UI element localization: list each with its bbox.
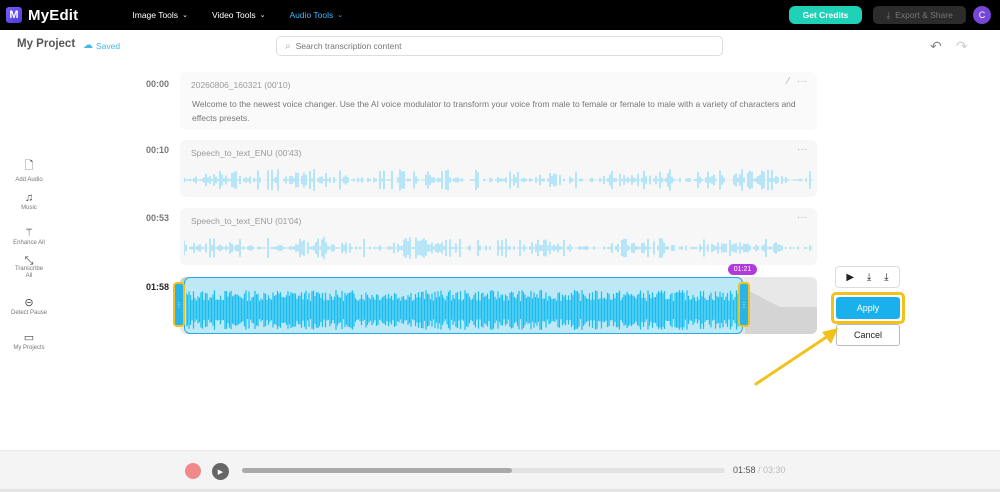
nav-image-tools[interactable]: Image Tools ⌄ [132,10,188,20]
play-icon[interactable]: ▶ [846,272,854,283]
download-icon: ⤓ [886,9,891,20]
logo-icon: M [6,7,22,23]
track-audio[interactable]: Speech_to_text_ENU (00'43) ··· [180,140,817,197]
wand-icon: ⚚ [24,227,34,239]
selection-time-badge: 01:21 [728,264,757,275]
chevron-down-icon: ⌄ [259,12,266,19]
app-logo[interactable]: M MyEdit [6,7,78,24]
redo-icon[interactable]: ↷ [956,38,968,55]
top-nav-bar: M MyEdit Image Tools ⌄ Video Tools ⌄ Audio… [0,0,1000,30]
nav-audio-tools[interactable]: Audio Tools ⌄ [289,10,343,20]
avatar[interactable]: C [973,6,991,24]
annotation-arrow [754,328,838,386]
undo-icon[interactable]: ↶ [930,38,942,55]
playback-time: 01:58 / 03:30 [733,465,786,475]
add-audio-icon: 🗋 [24,160,34,172]
more-icon[interactable]: ··· [797,144,807,155]
track-title: Speech_to_text_ENU (01'04) [191,216,302,226]
track-audio[interactable]: Speech_to_text_ENU (01'04) ··· [180,208,817,265]
track-title: Speech_to_text_ENU (00'43) [191,148,302,158]
progress-fill [242,468,513,473]
trim-handle-right[interactable]: ⋮ [738,282,750,327]
sidebar-item-music[interactable]: ♫ Music [0,192,58,211]
track-time: 00:10 [146,145,170,155]
project-title[interactable]: My Project [17,38,75,50]
track-time: 00:53 [146,213,170,223]
trim-handle-left[interactable]: ⋮ [173,282,185,327]
music-icon: ♫ [24,192,34,204]
clip-toolbar: ▶ ⤓ ⤓ [835,266,900,288]
sidebar-item-transcribe-all[interactable]: ⤡ Transcribe All [0,255,58,280]
saved-status: ☁ Saved [83,40,121,51]
track-title: 20260806_160321 (00'10) [191,80,291,90]
main-nav: Image Tools ⌄ Video Tools ⌄ Audio Tools ⌄ [132,10,367,20]
export-start-icon[interactable]: ⤓ [867,272,871,283]
record-button[interactable] [185,463,201,479]
search-box[interactable]: ⌕ [276,36,723,56]
sidebar-item-my-projects[interactable]: ▭ My Projects [0,331,58,351]
progress-bar[interactable] [242,468,725,473]
transcribe-icon: ⤡ [24,255,34,267]
track-transcript[interactable]: 20260806_160321 (00'10) ⁄ ··· Welcome to… [180,72,817,130]
export-end-icon[interactable]: ⤓ [884,272,888,283]
waveform [184,169,813,191]
wand-icon[interactable]: ⁄ [787,76,789,87]
export-share-button[interactable]: ⤓ Export & Share [873,6,966,24]
trim-selection[interactable] [184,277,743,334]
chevron-down-icon: ⌄ [182,12,188,19]
search-input[interactable] [295,41,696,51]
folder-icon: ▭ [23,332,35,344]
sidebar-item-add-audio[interactable]: 🗋 Add Audio [0,157,58,183]
waveform [186,290,742,330]
cloud-check-icon: ☁ [83,40,93,51]
nav-video-tools[interactable]: Video Tools ⌄ [212,10,266,20]
play-button[interactable]: ▶ [212,463,229,480]
app-name: MyEdit [28,6,79,24]
waveform [184,237,813,259]
track-time: 00:00 [146,79,170,89]
pause-icon: ⊝ [24,297,34,309]
apply-button[interactable]: Apply [836,297,900,319]
search-icon: ⌕ [285,40,291,52]
transcript-text: Welcome to the newest voice changer. Use… [192,99,796,123]
sidebar-item-enhance-all[interactable]: ⚚ Enhance All [0,226,58,246]
cancel-button[interactable]: Cancel [836,324,900,346]
more-icon[interactable]: ··· [797,76,807,87]
get-credits-button[interactable]: Get Credits [789,6,862,24]
track-time: 01:58 [146,282,170,292]
sidebar-item-detect-pause[interactable]: ⊝ Detect Pause [0,296,58,316]
more-icon[interactable]: ··· [797,212,807,223]
chevron-down-icon: ⌄ [337,12,344,19]
